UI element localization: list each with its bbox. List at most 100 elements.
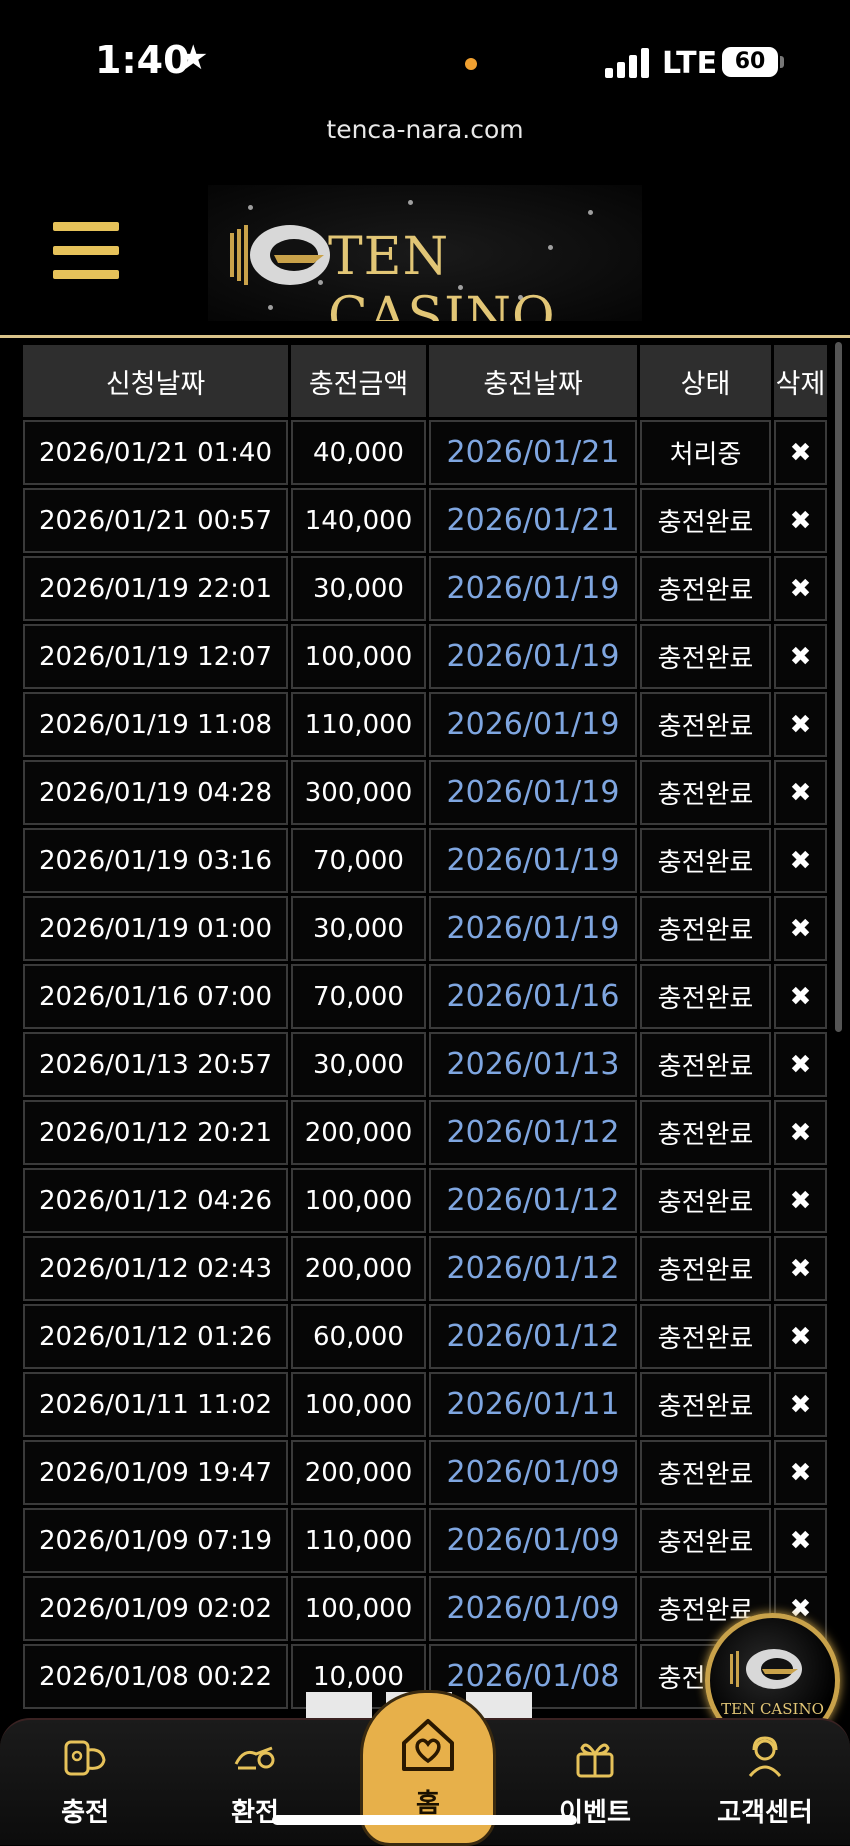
- star-icon: ★: [178, 38, 209, 78]
- request-date-cell: 2026/01/12 04:26: [23, 1168, 288, 1233]
- amount-cell: 110,000: [291, 692, 426, 757]
- charge-date-cell: 2026/01/09: [429, 1576, 637, 1641]
- home-heart-icon: [402, 1719, 454, 1771]
- delete-icon[interactable]: ✖: [774, 1236, 827, 1301]
- table-row: 2026/01/11 11:02 100,000 2026/01/11 충전완료 ✖: [23, 1372, 827, 1437]
- header-charge-date: 충전날짜: [429, 345, 637, 417]
- table-row: 2026/01/12 20:21 200,000 2026/01/12 충전완료 ✖: [23, 1100, 827, 1165]
- status-cell: 충전완료: [640, 828, 771, 893]
- home-indicator[interactable]: [272, 1815, 577, 1825]
- table-row: 2026/01/16 07:00 70,000 2026/01/16 충전완료 ✖: [23, 964, 827, 1029]
- amount-cell: 200,000: [291, 1100, 426, 1165]
- scrollbar[interactable]: [835, 342, 842, 1032]
- charge-date-cell: 2026/01/12: [429, 1168, 637, 1233]
- withdraw-icon: [234, 1746, 275, 1770]
- delete-icon[interactable]: ✖: [774, 488, 827, 553]
- request-date-cell: 2026/01/09 19:47: [23, 1440, 288, 1505]
- request-date-cell: 2026/01/13 20:57: [23, 1032, 288, 1097]
- table-row: 2026/01/19 11:08 110,000 2026/01/19 충전완료 ✖: [23, 692, 827, 757]
- table-row: 2026/01/12 04:26 100,000 2026/01/12 충전완료 ✖: [23, 1168, 827, 1233]
- delete-icon[interactable]: ✖: [774, 1508, 827, 1573]
- delete-icon[interactable]: ✖: [774, 1032, 827, 1097]
- header-delete: 삭제: [774, 345, 827, 417]
- table-row: 2026/01/12 02:43 200,000 2026/01/12 충전완료 ✖: [23, 1236, 827, 1301]
- nav-event[interactable]: 이벤트: [535, 1720, 655, 1845]
- charge-date-cell: 2026/01/21: [429, 420, 637, 485]
- ten-casino-badge-icon: [730, 1649, 802, 1689]
- amount-cell: 200,000: [291, 1440, 426, 1505]
- delete-icon[interactable]: ✖: [774, 1440, 827, 1505]
- nav-deposit[interactable]: 충전: [25, 1720, 145, 1845]
- nav-support[interactable]: 고객센터: [705, 1720, 825, 1845]
- delete-icon[interactable]: ✖: [774, 692, 827, 757]
- request-date-cell: 2026/01/09 02:02: [23, 1576, 288, 1641]
- status-cell: 충전완료: [640, 1372, 771, 1437]
- status-cell: 충전완료: [640, 488, 771, 553]
- status-cell: 충전완료: [640, 556, 771, 621]
- amount-cell: 300,000: [291, 760, 426, 825]
- request-date-cell: 2026/01/11 11:02: [23, 1372, 288, 1437]
- badge-text: TEN CASINO: [721, 1700, 824, 1718]
- deposit-history-table: 신청날짜 충전금액 충전날짜 상태 삭제 2026/01/21 01:40 40,…: [20, 342, 830, 1712]
- amount-cell: 60,000: [291, 1304, 426, 1369]
- request-date-cell: 2026/01/19 03:16: [23, 828, 288, 893]
- nav-support-label: 고객센터: [717, 1798, 813, 1828]
- deposit-history-table-wrapper: 신청날짜 충전금액 충전날짜 상태 삭제 2026/01/21 01:40 40,…: [20, 342, 830, 1709]
- deposit-icon: [64, 1740, 106, 1776]
- amount-cell: 100,000: [291, 1372, 426, 1437]
- charge-date-cell: 2026/01/09: [429, 1508, 637, 1573]
- amount-cell: 110,000: [291, 1508, 426, 1573]
- url-bar[interactable]: tenca-nara.com: [0, 115, 850, 144]
- header-request-date: 신청날짜: [23, 345, 288, 417]
- request-date-cell: 2026/01/12 20:21: [23, 1100, 288, 1165]
- site-logo[interactable]: TEN CASINO: [208, 185, 642, 321]
- amount-cell: 40,000: [291, 420, 426, 485]
- delete-icon[interactable]: ✖: [774, 1304, 827, 1369]
- request-date-cell: 2026/01/12 01:26: [23, 1304, 288, 1369]
- delete-icon[interactable]: ✖: [774, 896, 827, 961]
- delete-icon[interactable]: ✖: [774, 964, 827, 1029]
- table-row: 2026/01/21 00:57 140,000 2026/01/21 충전완료 ✖: [23, 488, 827, 553]
- status-cell: 충전완료: [640, 692, 771, 757]
- delete-icon[interactable]: ✖: [774, 1168, 827, 1233]
- status-cell: 처리중: [640, 420, 771, 485]
- status-cell: 충전완료: [640, 1508, 771, 1573]
- charge-date-cell: 2026/01/19: [429, 760, 637, 825]
- status-cell: 충전완료: [640, 624, 771, 689]
- delete-icon[interactable]: ✖: [774, 1100, 827, 1165]
- charge-date-cell: 2026/01/19: [429, 828, 637, 893]
- status-cell: 충전완료: [640, 1168, 771, 1233]
- delete-icon[interactable]: ✖: [774, 420, 827, 485]
- hamburger-menu-icon[interactable]: [53, 222, 119, 280]
- status-cell: 충전완료: [640, 760, 771, 825]
- charge-date-cell: 2026/01/19: [429, 624, 637, 689]
- table-header-row: 신청날짜 충전금액 충전날짜 상태 삭제: [23, 345, 827, 417]
- delete-icon[interactable]: ✖: [774, 556, 827, 621]
- request-date-cell: 2026/01/08 00:22: [23, 1644, 288, 1709]
- charge-date-cell: 2026/01/19: [429, 692, 637, 757]
- charge-date-cell: 2026/01/12: [429, 1236, 637, 1301]
- gift-icon: [576, 1743, 614, 1778]
- table-row: 2026/01/19 22:01 30,000 2026/01/19 충전완료 ✖: [23, 556, 827, 621]
- status-cell: 충전완료: [640, 1032, 771, 1097]
- amount-cell: 30,000: [291, 1032, 426, 1097]
- network-type: LTE: [662, 46, 718, 81]
- support-agent-icon: [748, 1736, 782, 1777]
- amount-cell: 100,000: [291, 624, 426, 689]
- table-row: 2026/01/12 01:26 60,000 2026/01/12 충전완료 ✖: [23, 1304, 827, 1369]
- request-date-cell: 2026/01/19 11:08: [23, 692, 288, 757]
- request-date-cell: 2026/01/21 01:40: [23, 420, 288, 485]
- table-row: 2026/01/09 19:47 200,000 2026/01/09 충전완료 ✖: [23, 1440, 827, 1505]
- status-cell: 충전완료: [640, 896, 771, 961]
- nav-withdraw[interactable]: 환전: [195, 1720, 315, 1845]
- delete-icon[interactable]: ✖: [774, 828, 827, 893]
- delete-icon[interactable]: ✖: [774, 760, 827, 825]
- amount-cell: 140,000: [291, 488, 426, 553]
- table-row: 2026/01/19 12:07 100,000 2026/01/19 충전완료 ✖: [23, 624, 827, 689]
- logo-text: TEN CASINO: [328, 227, 556, 321]
- request-date-cell: 2026/01/09 07:19: [23, 1508, 288, 1573]
- table-row: 2026/01/09 02:02 100,000 2026/01/09 충전완료 ✖: [23, 1576, 827, 1641]
- delete-icon[interactable]: ✖: [774, 624, 827, 689]
- table-row: 2026/01/13 20:57 30,000 2026/01/13 충전완료 ✖: [23, 1032, 827, 1097]
- delete-icon[interactable]: ✖: [774, 1372, 827, 1437]
